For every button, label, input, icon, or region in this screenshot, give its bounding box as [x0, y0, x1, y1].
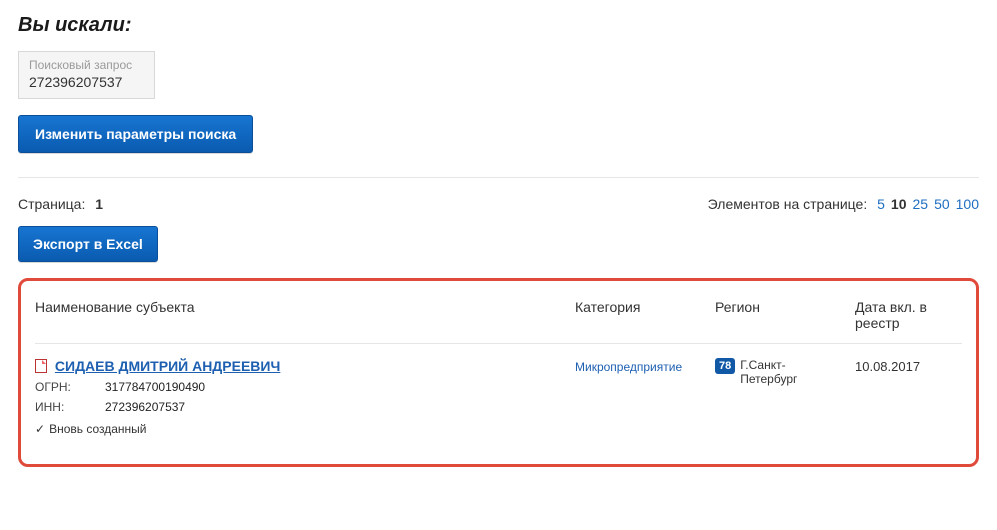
per-page-label: Элементов на странице: [708, 196, 868, 212]
per-page-option-50[interactable]: 50 [934, 196, 950, 212]
subject-name-link[interactable]: СИДАЕВ ДМИТРИЙ АНДРЕЕВИЧ [55, 358, 280, 374]
page-indicator: Страница: 1 [18, 196, 103, 212]
per-page-option-5[interactable]: 5 [877, 196, 885, 212]
page-title: Вы искали: [18, 14, 979, 37]
region-code-badge: 78 [715, 358, 735, 374]
inn-label: ИНН: [35, 400, 105, 414]
table-header: Наименование субъекта Категория Регион Д… [35, 299, 962, 344]
search-query-label: Поисковый запрос [29, 58, 132, 72]
pagination-row: Страница: 1 Элементов на странице: 5 10 25… [18, 178, 979, 226]
search-query-value: 272396207537 [29, 74, 132, 90]
status-text: Вновь созданный [49, 422, 146, 436]
inclusion-date: 10.08.2017 [855, 359, 920, 374]
per-page-option-10: 10 [891, 196, 907, 212]
results-table: Наименование субъекта Категория Регион Д… [18, 278, 979, 467]
document-icon [35, 359, 47, 373]
page-label: Страница: [18, 196, 85, 212]
per-page-option-25[interactable]: 25 [912, 196, 928, 212]
inn-value: 272396207537 [105, 400, 185, 414]
header-category: Категория [575, 299, 715, 315]
page-current: 1 [95, 196, 103, 212]
per-page-option-100[interactable]: 100 [956, 196, 979, 212]
export-excel-button[interactable]: Экспорт в Excel [18, 226, 158, 262]
ogrn-label: ОГРН: [35, 380, 105, 394]
per-page-options: 5 10 25 50 100 [871, 196, 979, 212]
region-name: Г.Санкт-Петербург [740, 358, 830, 386]
table-row: СИДАЕВ ДМИТРИЙ АНДРЕЕВИЧ ОГРН: 317784700… [35, 358, 962, 436]
change-search-params-button[interactable]: Изменить параметры поиска [18, 115, 253, 153]
header-date: Дата вкл. в реестр [855, 299, 962, 331]
check-icon: ✓ [35, 422, 45, 436]
status-row: ✓ Вновь созданный [35, 422, 565, 436]
ogrn-value: 317784700190490 [105, 380, 205, 394]
per-page-indicator: Элементов на странице: 5 10 25 50 100 [708, 196, 979, 212]
header-region: Регион [715, 299, 855, 315]
category-link[interactable]: Микропредприятие [575, 360, 682, 374]
search-query-box: Поисковый запрос 272396207537 [18, 51, 155, 99]
header-name: Наименование субъекта [35, 299, 575, 315]
